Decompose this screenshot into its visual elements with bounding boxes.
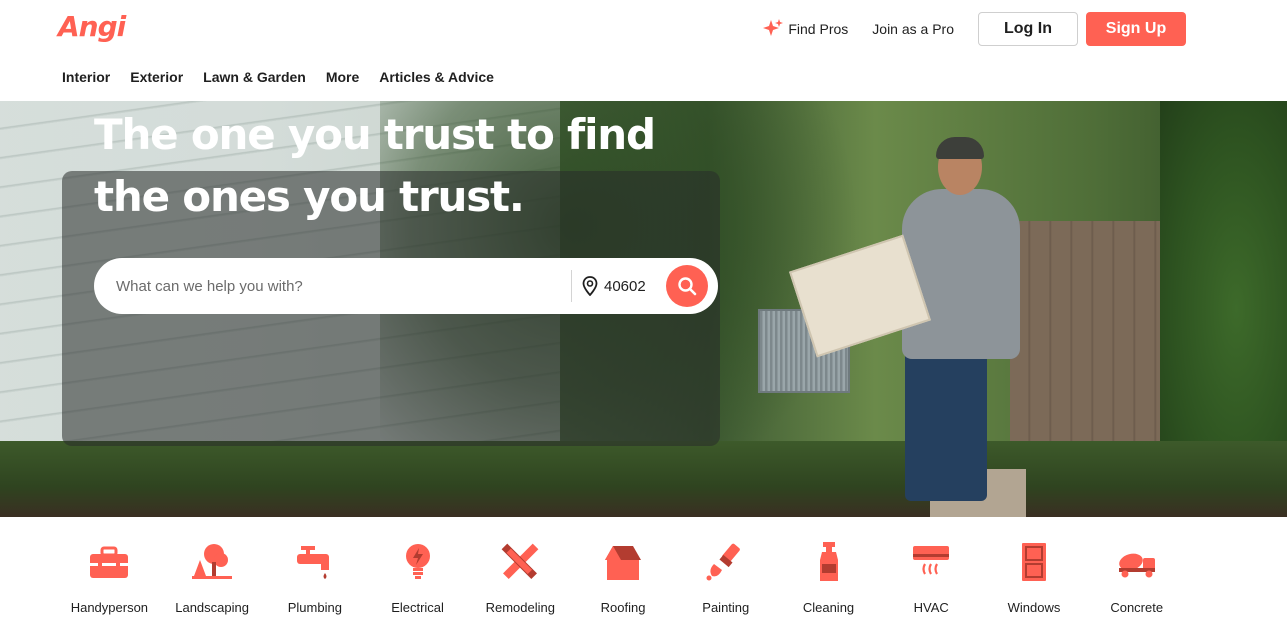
faucet-icon (293, 540, 337, 584)
header-actions: Find Pros Join as a Pro Log In Sign Up (762, 12, 1186, 46)
search-submit-button[interactable] (666, 265, 708, 307)
category-handyperson[interactable]: Handyperson (58, 540, 161, 624)
category-label: Handyperson (70, 600, 149, 615)
zip-code-input[interactable] (604, 277, 674, 295)
window-icon (1012, 540, 1056, 584)
search-bar (94, 258, 718, 314)
hero-headline: The one you trust to find the ones you t… (94, 110, 656, 221)
search-icon (678, 277, 697, 296)
category-label: Landscaping (175, 600, 249, 615)
cement-truck-icon (1115, 540, 1159, 584)
category-label: Plumbing (287, 600, 342, 615)
location-pin-icon (582, 276, 598, 296)
category-windows[interactable]: Windows (983, 540, 1086, 624)
nav-item-lawn-garden[interactable]: Lawn & Garden (203, 69, 306, 85)
nav-item-more[interactable]: More (326, 69, 359, 85)
house-roof-icon (601, 540, 645, 584)
search-divider (571, 270, 572, 302)
category-remodeling[interactable]: Remodeling (469, 540, 572, 624)
category-label: Electrical (391, 600, 444, 615)
hero-image-worker-cap (936, 137, 984, 159)
service-search-input[interactable] (116, 266, 571, 306)
ruler-pencil-icon (498, 540, 542, 584)
category-plumbing[interactable]: Plumbing (263, 540, 366, 624)
nav-item-interior[interactable]: Interior (62, 69, 110, 85)
site-header: Angi Find Pros Join as a Pro Log In Sign… (0, 0, 1287, 101)
angi-logo[interactable]: Angi (58, 10, 126, 43)
toolbox-icon (87, 540, 131, 584)
paintbrush-icon (704, 540, 748, 584)
category-label: Remodeling (485, 600, 555, 615)
category-label: Cleaning (802, 600, 855, 615)
sparkle-icon (763, 19, 784, 36)
category-roofing[interactable]: Roofing (572, 540, 675, 624)
sign-up-button[interactable]: Sign Up (1086, 12, 1186, 46)
log-in-button[interactable]: Log In (978, 12, 1078, 46)
hero-image-worker (902, 189, 1020, 359)
category-label: Painting (702, 600, 750, 615)
join-as-pro-link[interactable]: Join as a Pro (872, 21, 954, 37)
hero-image-yard (0, 441, 1287, 517)
category-concrete[interactable]: Concrete (1085, 540, 1188, 624)
main-nav: Interior Exterior Lawn & Garden More Art… (62, 69, 514, 85)
category-label: HVAC (913, 600, 949, 615)
spray-bottle-icon (807, 540, 851, 584)
category-label: Roofing (600, 600, 646, 615)
find-pros-label: Find Pros (788, 21, 849, 37)
category-landscaping[interactable]: Landscaping (161, 540, 264, 624)
lightbulb-icon (396, 540, 440, 584)
category-electrical[interactable]: Electrical (366, 540, 469, 624)
air-conditioner-icon (909, 540, 953, 584)
find-pros-link[interactable]: Find Pros (762, 18, 848, 40)
tree-icon (190, 540, 234, 584)
category-hvac[interactable]: HVAC (880, 540, 983, 624)
category-label: Windows (1007, 600, 1061, 615)
nav-item-articles-advice[interactable]: Articles & Advice (379, 69, 494, 85)
category-label: Concrete (1110, 600, 1164, 615)
nav-item-exterior[interactable]: Exterior (130, 69, 183, 85)
category-row: Handyperson Landscaping Plumbing Electri… (58, 540, 1188, 624)
category-cleaning[interactable]: Cleaning (777, 540, 880, 624)
category-painting[interactable]: Painting (674, 540, 777, 624)
